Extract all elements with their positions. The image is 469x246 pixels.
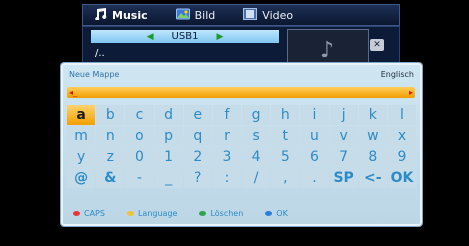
green-button-icon: [199, 211, 207, 216]
picture-icon: [175, 8, 190, 23]
key-hyphen[interactable]: -: [125, 168, 154, 188]
key-question[interactable]: ?: [183, 168, 212, 188]
legend-caps-label: CAPS: [84, 209, 105, 218]
key-j[interactable]: j: [329, 105, 358, 125]
key-comma[interactable]: ,: [271, 168, 300, 188]
key-l[interactable]: l: [387, 105, 417, 125]
key-9[interactable]: 9: [387, 147, 417, 167]
key-colon[interactable]: :: [212, 168, 242, 188]
key-7[interactable]: 7: [329, 147, 358, 167]
key-3[interactable]: 3: [212, 147, 242, 167]
key-h[interactable]: h: [271, 105, 300, 125]
device-selector[interactable]: ◀ USB1 ▶: [91, 30, 279, 43]
key-t[interactable]: t: [271, 126, 300, 146]
film-icon: [243, 7, 258, 23]
key-v[interactable]: v: [329, 126, 358, 146]
legend-ok: OK: [265, 209, 288, 218]
media-tabs-bar: Music Bild Video: [82, 4, 400, 26]
key-i[interactable]: i: [300, 105, 329, 125]
dialog-title: Neue Mappe: [69, 70, 120, 79]
tab-video[interactable]: Video: [233, 7, 294, 23]
key-ampersand[interactable]: &: [96, 168, 125, 188]
key-space[interactable]: SP: [329, 168, 358, 188]
key-0[interactable]: 0: [125, 147, 154, 167]
cursor-left-icon: ◂_: [69, 88, 78, 97]
tab-music-label: Music: [112, 8, 148, 22]
legend-language: Language: [126, 209, 178, 218]
key-4[interactable]: 4: [242, 147, 271, 167]
key-ok[interactable]: OK: [387, 168, 417, 188]
right-arrow-icon[interactable]: ▶: [216, 32, 223, 42]
key-backspace[interactable]: <-: [358, 168, 387, 188]
key-at[interactable]: @: [67, 168, 96, 188]
onscreen-keyboard: a b c d e f g h i j k l m n o p q r s t …: [67, 105, 417, 189]
keyboard-row: y z 0 1 2 3 4 5 6 7 8 9: [67, 147, 417, 167]
cursor-right-icon: ▸: [408, 88, 413, 97]
key-u[interactable]: u: [300, 126, 329, 146]
key-e[interactable]: e: [183, 105, 212, 125]
key-x[interactable]: x: [387, 126, 417, 146]
tab-bild[interactable]: Bild: [166, 8, 216, 23]
keyboard-dialog: Neue Mappe Englisch ◂_ ▸ a b c d e f g h…: [61, 63, 422, 226]
legend-caps: CAPS: [73, 209, 105, 218]
device-label: USB1: [171, 31, 199, 42]
key-f[interactable]: f: [212, 105, 242, 125]
key-a[interactable]: a: [67, 105, 96, 125]
key-6[interactable]: 6: [300, 147, 329, 167]
key-r[interactable]: r: [212, 126, 242, 146]
music-note-icon: ♪: [320, 38, 335, 63]
key-p[interactable]: p: [154, 126, 183, 146]
key-k[interactable]: k: [358, 105, 387, 125]
yellow-button-icon: [126, 211, 134, 216]
left-arrow-icon[interactable]: ◀: [147, 32, 154, 42]
key-q[interactable]: q: [183, 126, 212, 146]
key-d[interactable]: d: [154, 105, 183, 125]
blue-button-icon: [265, 211, 273, 216]
key-1[interactable]: 1: [154, 147, 183, 167]
key-z[interactable]: z: [96, 147, 125, 167]
key-y[interactable]: y: [67, 147, 96, 167]
key-b[interactable]: b: [96, 105, 125, 125]
key-period[interactable]: .: [300, 168, 329, 188]
language-label: Englisch: [380, 70, 414, 79]
key-slash[interactable]: /: [242, 168, 271, 188]
key-2[interactable]: 2: [183, 147, 212, 167]
key-8[interactable]: 8: [358, 147, 387, 167]
speaker-mute-icon: ✕: [370, 39, 384, 51]
text-input-field[interactable]: ◂_ ▸: [67, 87, 415, 98]
legend-delete: Löschen: [199, 209, 243, 218]
key-c[interactable]: c: [125, 105, 154, 125]
keyboard-row: a b c d e f g h i j k l: [67, 105, 417, 125]
keyboard-row: @ & - _ ? : / , . SP <- OK: [67, 168, 417, 188]
legend-ok-label: OK: [276, 209, 288, 218]
red-button-icon: [73, 211, 80, 216]
key-underscore[interactable]: _: [154, 168, 183, 188]
key-5[interactable]: 5: [271, 147, 300, 167]
tv-screen: Music Bild Video ◀ USB1 ▶ /.. ♪ ✕ Neue M…: [0, 0, 469, 246]
keyboard-row: m n o p q r s t u v w x: [67, 126, 417, 146]
key-g[interactable]: g: [242, 105, 271, 125]
key-m[interactable]: m: [67, 126, 96, 146]
color-key-legend: CAPS Language Löschen OK: [73, 209, 310, 218]
tab-video-label: Video: [262, 8, 294, 22]
key-w[interactable]: w: [358, 126, 387, 146]
music-note-icon: [93, 7, 107, 23]
key-n[interactable]: n: [96, 126, 125, 146]
key-o[interactable]: o: [125, 126, 154, 146]
legend-delete-label: Löschen: [210, 209, 244, 218]
legend-language-label: Language: [137, 209, 178, 218]
parent-folder-item[interactable]: /..: [95, 48, 105, 59]
tab-bild-label: Bild: [194, 8, 216, 22]
tab-music[interactable]: Music: [83, 7, 148, 23]
key-s[interactable]: s: [242, 126, 271, 146]
